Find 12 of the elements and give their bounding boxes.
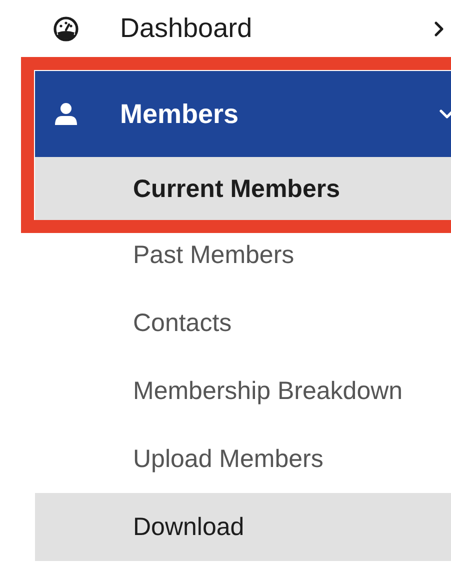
- submenu-item[interactable]: Current Members: [35, 157, 451, 221]
- gauge-icon: [53, 16, 79, 42]
- submenu-item[interactable]: Past Members: [35, 221, 451, 289]
- menu-item[interactable]: Dashboard: [0, 0, 451, 57]
- menu-label: Dashboard: [120, 13, 254, 44]
- submenu-item[interactable]: Download: [35, 493, 451, 561]
- person-icon: [53, 101, 79, 127]
- menu-label: Members: [120, 98, 240, 130]
- submenu-item[interactable]: Upload Members: [35, 425, 451, 493]
- submenu-item[interactable]: Membership Breakdown: [35, 357, 451, 425]
- menu-item[interactable]: Members: [35, 71, 451, 157]
- submenu-item[interactable]: Contacts: [35, 289, 451, 357]
